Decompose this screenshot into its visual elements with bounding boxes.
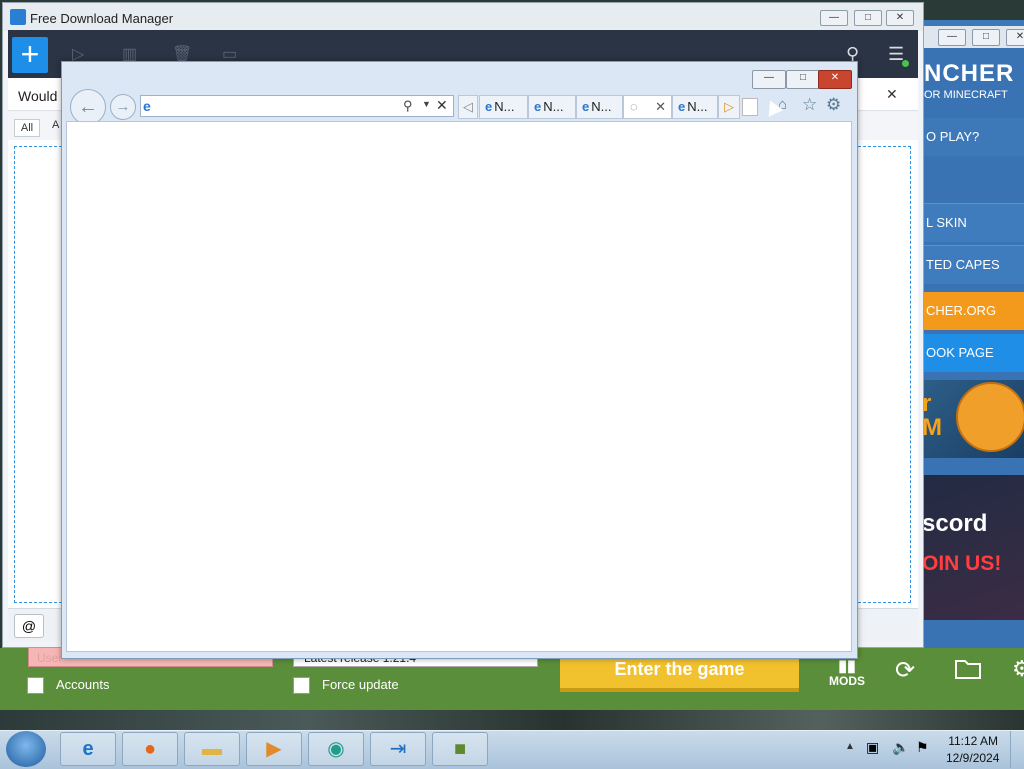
creeper-icon bbox=[956, 382, 1024, 452]
notice-close-icon[interactable]: ✕ bbox=[886, 86, 898, 103]
refresh-icon[interactable]: ⟳ bbox=[895, 656, 921, 684]
tab-scroll-right-icon[interactable]: ▷ bbox=[718, 95, 740, 119]
taskbar-media-player-icon[interactable]: ▶ bbox=[246, 732, 302, 766]
taskbar-internet-explorer-icon[interactable]: e bbox=[60, 732, 116, 766]
tab-active[interactable]: A bbox=[52, 119, 59, 131]
ie-tab-label: N... bbox=[494, 99, 515, 114]
snail-mode-icon[interactable]: @ bbox=[14, 614, 44, 638]
ie-tab-2[interactable]: e N... bbox=[528, 95, 576, 119]
fdm-maximize-button[interactable]: □ bbox=[854, 10, 882, 26]
ie-tab-icon: e bbox=[678, 99, 686, 114]
force-update-checkbox[interactable] bbox=[293, 677, 310, 694]
address-dropdown-icon[interactable]: ▼ bbox=[422, 99, 431, 109]
pause-icon[interactable]: ▥ bbox=[122, 44, 140, 63]
ie-tab-1[interactable]: e N... bbox=[479, 95, 528, 119]
launcher-menu-capes[interactable]: TED CAPES bbox=[924, 245, 1024, 284]
start-button[interactable] bbox=[6, 731, 46, 767]
notification-dot bbox=[902, 60, 909, 67]
mods-pillars-icon: ▮▮ bbox=[838, 658, 856, 675]
mods-label: MODS bbox=[829, 674, 865, 688]
open-folder-icon[interactable]: ▭ bbox=[222, 44, 240, 63]
taskbar-firefox-icon[interactable]: ● bbox=[122, 732, 178, 766]
ie-tab-3[interactable]: e N... bbox=[576, 95, 623, 119]
clock-time[interactable]: 11:12 AM bbox=[948, 734, 998, 748]
ie-tab-active-loading[interactable]: ◌ ✕ bbox=[623, 95, 672, 119]
network-icon[interactable]: ▣ bbox=[866, 739, 879, 756]
taskbar-teal-app-icon[interactable]: ◉ bbox=[308, 732, 364, 766]
launcher-subtitle: OR MINECRAFT bbox=[924, 89, 1008, 101]
tab-scroll-left-icon[interactable]: ◁ bbox=[458, 95, 478, 119]
clock-date[interactable]: 12/9/2024 bbox=[946, 751, 999, 765]
discord-text: scord bbox=[922, 510, 988, 537]
ie-tab-label: N... bbox=[591, 99, 612, 114]
back-icon[interactable]: ← bbox=[70, 89, 106, 125]
ie-page-icon: e bbox=[143, 98, 151, 114]
join-us-text: OIN US! bbox=[922, 552, 1002, 575]
launcher-brand: NCHER bbox=[924, 60, 1015, 87]
loading-spinner-icon: ◌ bbox=[630, 99, 638, 114]
show-desktop-button[interactable] bbox=[1010, 731, 1024, 768]
address-search-icon[interactable]: ⚲ bbox=[403, 98, 413, 114]
fdm-app-icon bbox=[10, 9, 26, 25]
favorites-star-icon[interactable]: ☆ bbox=[802, 95, 817, 115]
launcher-menu-website[interactable]: CHER.ORG bbox=[924, 292, 1024, 330]
ie-tab-icon: e bbox=[534, 99, 542, 114]
tab-close-icon[interactable]: ✕ bbox=[655, 96, 666, 118]
fdm-notice-text: Would bbox=[18, 88, 58, 104]
settings-gear-icon[interactable]: ⚙ bbox=[1012, 656, 1024, 682]
banner-server-text: r M bbox=[922, 390, 942, 441]
ie-tab-icon: e bbox=[582, 99, 590, 114]
ie-minimize-button[interactable]: — bbox=[752, 70, 786, 89]
add-download-button[interactable]: + bbox=[12, 37, 48, 73]
accounts-checkbox[interactable] bbox=[27, 677, 44, 694]
ie-tab-5[interactable]: e N... bbox=[672, 95, 718, 119]
fdm-minimize-button[interactable]: — bbox=[820, 10, 848, 26]
volume-muted-icon[interactable]: 🔈 bbox=[892, 739, 909, 756]
ie-tab-label: N... bbox=[543, 99, 564, 114]
mods-logo[interactable]: ▮▮ MODS bbox=[826, 658, 868, 692]
delete-icon[interactable]: 🗑 bbox=[172, 44, 192, 63]
taskbar-download-manager-icon[interactable]: ⇥ bbox=[370, 732, 426, 766]
ie-tab-icon: e bbox=[485, 99, 493, 114]
taskbar-minecraft-icon[interactable]: ■ bbox=[432, 732, 488, 766]
launcher-minimize-button[interactable]: — bbox=[938, 29, 966, 46]
forward-icon[interactable]: → bbox=[110, 94, 136, 120]
tools-gear-icon[interactable]: ⚙ bbox=[826, 95, 841, 115]
launcher-maximize-button[interactable]: □ bbox=[972, 29, 1000, 46]
address-stop-icon[interactable]: ✕ bbox=[436, 97, 448, 114]
launcher-menu-how-to-play[interactable]: O PLAY? bbox=[924, 118, 1024, 156]
accounts-label: Accounts bbox=[56, 677, 110, 692]
taskbar-file-explorer-icon[interactable]: ▬ bbox=[184, 732, 240, 766]
tray-expand-icon[interactable]: ▲ bbox=[845, 741, 855, 752]
fdm-close-button[interactable]: ✕ bbox=[886, 10, 914, 26]
new-tab-icon[interactable] bbox=[742, 98, 758, 116]
ie-maximize-button[interactable]: □ bbox=[786, 70, 820, 89]
launcher-menu-facebook[interactable]: OOK PAGE bbox=[924, 334, 1024, 372]
tab-all[interactable]: All bbox=[14, 119, 40, 137]
launcher-close-button[interactable]: ✕ bbox=[1006, 29, 1024, 46]
ie-tab-label: N... bbox=[687, 99, 708, 114]
fdm-window-title: Free Download Manager bbox=[30, 11, 174, 26]
action-center-flag-icon[interactable]: ⚑ bbox=[916, 739, 929, 756]
folder-icon[interactable] bbox=[954, 656, 982, 680]
play-icon[interactable]: ▷ bbox=[72, 44, 90, 63]
ie-page-content[interactable] bbox=[66, 121, 852, 652]
ie-close-button[interactable]: ✕ bbox=[818, 70, 852, 89]
launcher-banner-discord[interactable] bbox=[920, 475, 1024, 620]
launcher-menu-skin[interactable]: L SKIN bbox=[924, 203, 1024, 242]
launcher-titlebar: — □ ✕ bbox=[920, 26, 1024, 48]
force-update-label: Force update bbox=[322, 677, 399, 692]
